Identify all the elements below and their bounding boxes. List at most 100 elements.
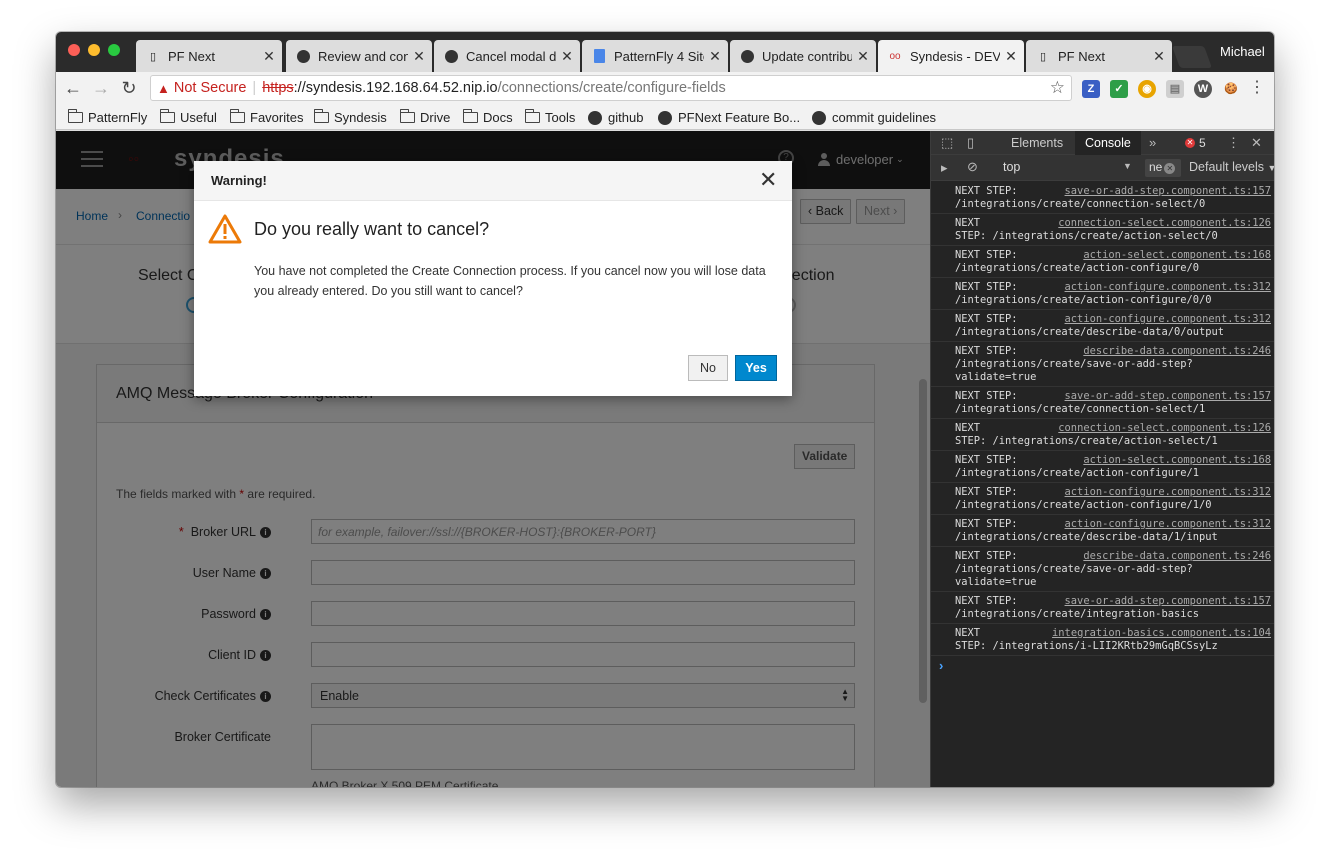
docs-icon (592, 49, 606, 63)
close-icon[interactable]: ✕ (856, 48, 870, 65)
back-arrow-icon[interactable]: ← (62, 77, 84, 99)
browser-tab[interactable]: Review and cons ✕ (286, 40, 432, 72)
new-tab-button[interactable] (1171, 46, 1213, 68)
log-source-link[interactable]: describe-data.component.ts:246 (1083, 345, 1271, 358)
dropdown-arrow-icon: ▼ (1123, 161, 1132, 171)
close-icon[interactable]: ✕ (708, 48, 722, 65)
log-source-link[interactable]: integration-basics.component.ts:104 (1052, 627, 1271, 640)
browser-tab-active[interactable]: oo Syndesis - DEVE ✕ (878, 40, 1024, 72)
close-icon[interactable]: ✕ (560, 48, 574, 65)
close-devtools-icon[interactable]: ✕ (1251, 135, 1262, 151)
log-source-link[interactable]: save-or-add-step.component.ts:157 (1065, 185, 1271, 198)
log-message: /integrations/create/save-or-add-step? (955, 358, 1193, 370)
bookmark-folder[interactable]: Favorites (229, 109, 303, 125)
log-message: validate=true (955, 576, 1037, 588)
log-source-link[interactable]: action-configure.component.ts:312 (1065, 518, 1271, 531)
log-label: NEXT STEP: (955, 518, 1018, 530)
log-message: /integrations/create/integration-basics (955, 608, 1199, 620)
console-filter-input[interactable]: ne ✕ (1145, 159, 1181, 177)
log-source-link[interactable]: save-or-add-step.component.ts:157 (1065, 595, 1271, 608)
yes-button[interactable]: Yes (735, 355, 777, 381)
browser-tab[interactable]: Update contribu ✕ (730, 40, 876, 72)
console-prompt[interactable]: › (939, 656, 1274, 673)
filter-value: ne (1149, 160, 1163, 174)
inspect-element-icon[interactable]: ⬚ (941, 135, 953, 151)
log-label: NEXT (955, 217, 981, 229)
clear-console-icon[interactable]: ⊘ (967, 159, 978, 175)
bookmark-folder[interactable]: Drive (399, 109, 450, 125)
security-label[interactable]: Not Secure (174, 80, 247, 96)
tab-console[interactable]: Console (1075, 131, 1141, 155)
log-header: NEXT STEP: save-or-add-step.component.ts:… (955, 185, 1271, 198)
github-icon (740, 49, 754, 63)
browser-tab[interactable]: ▯ PF Next ✕ (136, 40, 282, 72)
browser-tab[interactable]: PatternFly 4 Site ✕ (582, 40, 728, 72)
browser-tab[interactable]: Cancel modal di ✕ (434, 40, 580, 72)
extension-panel-icon[interactable]: ▤ (1166, 80, 1184, 98)
bookmark-folder[interactable]: Syndesis (313, 109, 387, 125)
log-source-link[interactable]: action-configure.component.ts:312 (1065, 313, 1271, 326)
bookmark-link[interactable]: github (588, 110, 643, 125)
menu-kebab-icon[interactable]: ⋮ (1246, 77, 1268, 99)
clear-filter-icon[interactable]: ✕ (1164, 163, 1176, 174)
log-message: STEP: /integrations/i-LII2KRtb29mGqBCSsy… (955, 640, 1218, 652)
extension-chrome-icon[interactable]: ◉ (1138, 80, 1156, 98)
devtools-menu-icon[interactable]: ⋮ (1227, 135, 1240, 151)
console-toolbar: ▸ ⊘ top ▼ ne✕ Default levels ▼ (931, 155, 1274, 181)
bookmark-folder[interactable]: Tools (524, 109, 575, 125)
devtools-panel: ⬚ ▯ Elements Console » ✕ 5 ⋮ ✕ ▸ ⊘ top ▼ … (930, 131, 1274, 787)
log-source-link[interactable]: action-select.component.ts:168 (1083, 454, 1271, 467)
device-toolbar-icon[interactable]: ▯ (967, 135, 974, 151)
no-button[interactable]: No (688, 355, 728, 381)
tab-strip: ▯ PF Next ✕ Review and cons ✕ Cancel mod… (56, 32, 1274, 72)
log-source-link[interactable]: action-configure.component.ts:312 (1065, 281, 1271, 294)
bookmark-label: Docs (483, 110, 513, 125)
log-source-link[interactable]: action-select.component.ts:168 (1083, 249, 1271, 262)
forward-arrow-icon[interactable]: → (90, 77, 112, 99)
console-log-entry: NEXT STEP: action-configure.component.ts:… (931, 310, 1274, 342)
bookmark-link[interactable]: commit guidelines (812, 110, 936, 125)
close-icon[interactable]: ✕ (412, 48, 426, 65)
extension-z-icon[interactable]: Z (1082, 80, 1100, 98)
log-message: STEP: /integrations/create/action-select… (955, 435, 1218, 447)
extension-wordpress-icon[interactable]: W (1194, 80, 1212, 98)
profile-name[interactable]: Michael (1220, 44, 1265, 59)
more-tabs-icon[interactable]: » (1149, 135, 1156, 150)
context-select[interactable]: top (1003, 160, 1020, 174)
log-levels-select[interactable]: Default levels ▼ (1189, 160, 1274, 174)
extension-cookie-icon[interactable]: 🍪 (1222, 80, 1240, 98)
error-counter[interactable]: ✕ 5 (1185, 136, 1206, 150)
bookmark-folder[interactable]: PatternFly (67, 109, 147, 125)
console-log-entry: NEXT connection-select.component.ts:126 ST… (931, 419, 1274, 451)
minimize-window-button[interactable] (88, 44, 100, 56)
log-message: validate=true (955, 371, 1037, 383)
log-source-link[interactable]: describe-data.component.ts:246 (1083, 550, 1271, 563)
log-source-link[interactable]: save-or-add-step.component.ts:157 (1065, 390, 1271, 403)
sidebar-toggle-icon[interactable]: ▸ (941, 160, 948, 176)
log-header: NEXT integration-basics.component.ts:104 (955, 627, 1271, 640)
close-icon[interactable]: ✕ (759, 169, 777, 191)
tab-title: PF Next (168, 48, 215, 64)
address-bar[interactable]: ▲ Not Secure | https ://syndesis.192.168… (150, 75, 1072, 101)
reload-icon[interactable]: ↻ (118, 77, 140, 99)
close-icon[interactable]: ✕ (262, 48, 276, 65)
log-source-link[interactable]: action-configure.component.ts:312 (1065, 486, 1271, 499)
extension-check-icon[interactable]: ✓ (1110, 80, 1128, 98)
console-log-entry: NEXT connection-select.component.ts:126 ST… (931, 214, 1274, 246)
browser-toolbar: ← → ↻ ▲ Not Secure | https ://syndesis.1… (56, 72, 1274, 106)
maximize-window-button[interactable] (108, 44, 120, 56)
dropdown-arrow-icon: ▼ (1268, 163, 1274, 173)
bookmark-folder[interactable]: Docs (462, 109, 513, 125)
bookmark-link[interactable]: PFNext Feature Bo... (658, 110, 800, 125)
browser-tab[interactable]: ▯ PF Next ✕ (1026, 40, 1172, 72)
github-icon (444, 49, 458, 63)
console-output: NEXT STEP: save-or-add-step.component.ts:… (931, 182, 1274, 673)
bookmark-star-icon[interactable]: ☆ (1050, 78, 1065, 98)
close-icon[interactable]: ✕ (1004, 48, 1018, 65)
close-window-button[interactable] (68, 44, 80, 56)
bookmark-folder[interactable]: Useful (159, 109, 217, 125)
close-icon[interactable]: ✕ (1152, 48, 1166, 65)
log-source-link[interactable]: connection-select.component.ts:126 (1058, 217, 1271, 230)
tab-elements[interactable]: Elements (1001, 131, 1073, 155)
log-source-link[interactable]: connection-select.component.ts:126 (1058, 422, 1271, 435)
